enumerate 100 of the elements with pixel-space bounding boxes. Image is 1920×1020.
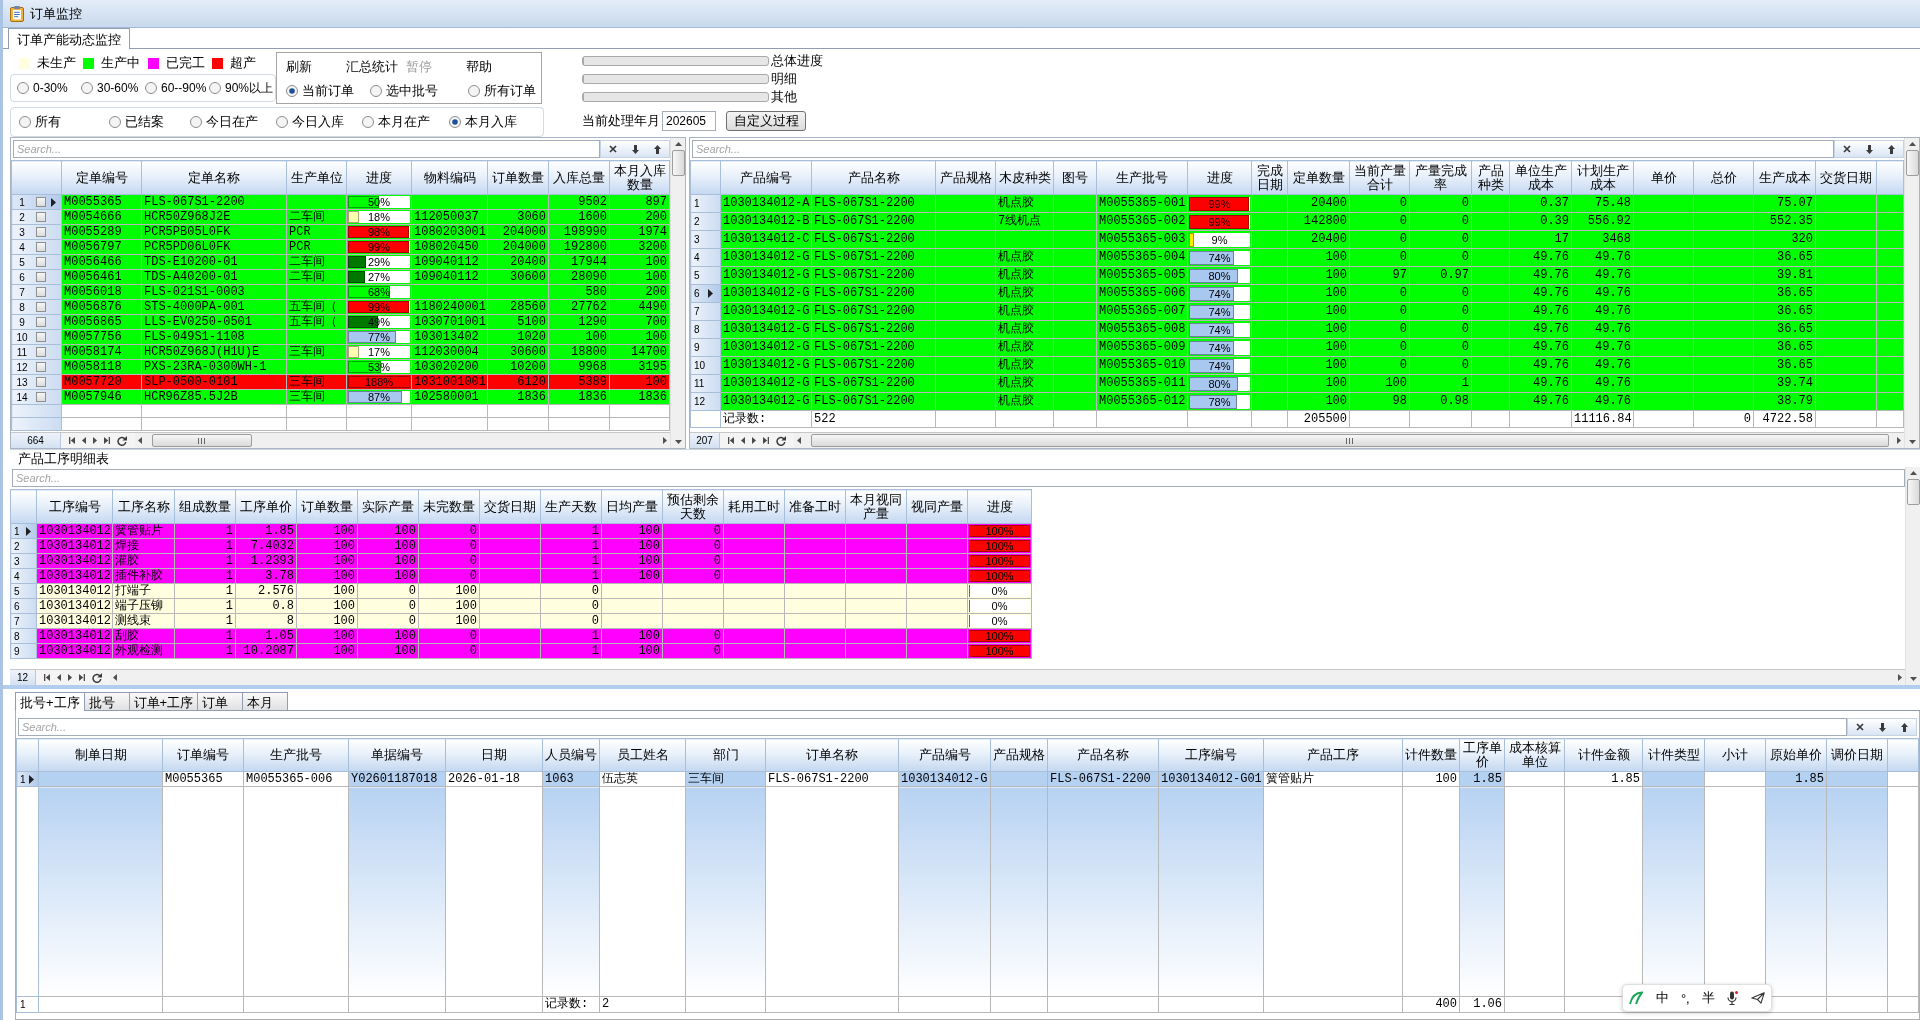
column-header[interactable]: 本月视同产量 xyxy=(845,489,907,524)
search-field[interactable]: Search... xyxy=(18,718,1847,736)
column-header[interactable]: 小计 xyxy=(1704,738,1766,772)
radio-icon[interactable] xyxy=(109,116,121,129)
column-header[interactable]: 员工姓名 xyxy=(599,738,686,772)
next-icon[interactable] xyxy=(752,437,756,444)
horizontal-scrollbar[interactable] xyxy=(110,670,1905,685)
column-header[interactable]: 产量完成率 xyxy=(1409,160,1472,195)
column-header[interactable]: 产品种类 xyxy=(1471,160,1510,195)
radio-icon[interactable] xyxy=(17,82,29,94)
radio-icon[interactable] xyxy=(190,116,202,129)
column-header[interactable]: 产品规格 xyxy=(990,738,1048,772)
search-field[interactable]: Search... xyxy=(12,469,1905,487)
last-page-icon[interactable] xyxy=(104,437,110,444)
down-arrow-icon[interactable] xyxy=(632,144,639,154)
column-header[interactable]: 产品名称 xyxy=(1047,738,1159,772)
column-header[interactable]: 部门 xyxy=(685,738,766,772)
scrollbar-thumb[interactable] xyxy=(811,434,1889,447)
radio-option[interactable]: 60--90% xyxy=(145,81,207,95)
radio-icon[interactable] xyxy=(19,116,31,129)
microphone-icon[interactable] xyxy=(1727,991,1739,1005)
up-triangle-icon[interactable] xyxy=(1908,142,1916,146)
checkbox[interactable] xyxy=(36,212,46,222)
first-page-icon[interactable] xyxy=(728,437,734,444)
radio-icon[interactable] xyxy=(145,82,157,94)
close-icon[interactable] xyxy=(1855,723,1864,731)
previous-icon[interactable] xyxy=(82,437,86,444)
column-header[interactable]: 日期 xyxy=(445,738,543,772)
column-header[interactable]: 计件数量 xyxy=(1402,738,1460,772)
radio-option[interactable]: 0-30% xyxy=(17,81,68,95)
column-header[interactable]: 组成数量 xyxy=(174,489,236,524)
down-triangle-icon[interactable] xyxy=(1909,677,1917,681)
column-header[interactable]: 当前产量合计 xyxy=(1349,160,1410,195)
left-triangle-icon[interactable] xyxy=(138,437,142,444)
down-triangle-icon[interactable] xyxy=(1908,440,1916,444)
right-triangle-icon[interactable] xyxy=(1898,674,1902,681)
checkbox[interactable] xyxy=(36,272,46,282)
column-header[interactable]: 生产批号 xyxy=(243,738,349,772)
checkbox[interactable] xyxy=(36,287,46,297)
column-header[interactable]: 工序编号 xyxy=(1158,738,1264,772)
custom-process-button[interactable]: 自定义过程 xyxy=(726,111,806,131)
column-header[interactable]: 进度 xyxy=(1187,160,1252,195)
radio-option[interactable]: 已结案 xyxy=(109,113,164,132)
first-page-icon[interactable] xyxy=(69,437,75,444)
checkbox[interactable] xyxy=(36,347,46,357)
column-header[interactable]: 准备工时 xyxy=(784,489,846,524)
close-icon[interactable] xyxy=(1842,145,1851,153)
tab[interactable]: 订单产能动态监控 xyxy=(8,28,130,49)
table-row[interactable]: 1 M0055365 M0055365-006 Y02601187018 2026-01-18 1063 伍志英 三车间 FLS-067S1-2200 1030134012-G FLS-067S1-2200 1030134012-G01 簧管贴片 100 1.85 1.85 1.85 xyxy=(16,771,1919,787)
column-header[interactable]: 计划生产成本 xyxy=(1571,160,1634,195)
checkbox[interactable] xyxy=(36,362,46,372)
search-field[interactable]: Search... xyxy=(13,140,600,158)
tab[interactable]: 批号+工序 xyxy=(15,692,85,711)
paper-plane-icon[interactable] xyxy=(1750,992,1765,1004)
vertical-scrollbar[interactable] xyxy=(670,138,685,448)
column-header[interactable]: 未完数量 xyxy=(418,489,480,524)
checkbox[interactable] xyxy=(36,257,46,267)
scrollbar-thumb[interactable] xyxy=(1905,150,1919,176)
column-header[interactable]: 生产天数 xyxy=(540,489,602,524)
radio-option[interactable]: 本月在产 xyxy=(362,113,430,132)
column-header[interactable]: 产品编号 xyxy=(720,160,812,195)
column-header[interactable]: 生产单位 xyxy=(286,160,347,195)
column-header[interactable]: 产品编号 xyxy=(898,738,991,772)
radio-option[interactable]: 当前订单 xyxy=(286,82,354,100)
checkbox[interactable] xyxy=(36,197,46,207)
first-page-icon[interactable] xyxy=(44,674,50,681)
radio-icon[interactable] xyxy=(276,116,288,129)
tab[interactable]: 本月 xyxy=(242,692,289,710)
column-header[interactable]: 产品名称 xyxy=(811,160,936,195)
column-header[interactable]: 定单数量 xyxy=(1287,160,1350,195)
column-header[interactable]: 视同产量 xyxy=(906,489,968,524)
column-header[interactable]: 本月入库数量 xyxy=(609,160,670,195)
up-arrow-icon[interactable] xyxy=(1901,722,1909,732)
radio-icon[interactable] xyxy=(81,82,93,94)
radio-icon[interactable] xyxy=(370,85,382,97)
column-header[interactable]: 单价 xyxy=(1633,160,1694,195)
radio-icon[interactable] xyxy=(449,116,461,129)
down-triangle-icon[interactable] xyxy=(674,440,682,444)
radio-icon[interactable] xyxy=(286,85,298,97)
checkbox[interactable] xyxy=(36,242,46,252)
column-header[interactable]: 交货日期 xyxy=(1815,160,1877,195)
radio-option[interactable]: 今日在产 xyxy=(190,113,258,132)
column-header[interactable]: 调价日期 xyxy=(1826,738,1888,772)
radio-icon[interactable] xyxy=(362,116,374,129)
column-header[interactable]: 木皮种类 xyxy=(995,160,1054,195)
scrollbar-thumb[interactable] xyxy=(152,434,252,447)
ime-logo-icon[interactable] xyxy=(1629,991,1644,1005)
column-header[interactable]: 计件类型 xyxy=(1642,738,1705,772)
column-header[interactable]: 计件金额 xyxy=(1564,738,1643,772)
search-field[interactable]: Search... xyxy=(692,140,1834,158)
command-button[interactable]: 帮助 xyxy=(466,58,492,76)
up-triangle-icon[interactable] xyxy=(1909,471,1917,475)
last-page-icon[interactable] xyxy=(79,674,85,681)
column-header[interactable]: 单位生产成本 xyxy=(1509,160,1572,195)
tab[interactable]: 订单+工序 xyxy=(128,692,199,710)
radio-option[interactable]: 今日入库 xyxy=(276,113,344,132)
vertical-scrollbar[interactable] xyxy=(1904,138,1919,448)
column-header[interactable]: 生产成本 xyxy=(1753,160,1816,195)
column-header[interactable]: 工序单价 xyxy=(235,489,297,524)
column-header[interactable]: 订单名称 xyxy=(765,738,899,772)
